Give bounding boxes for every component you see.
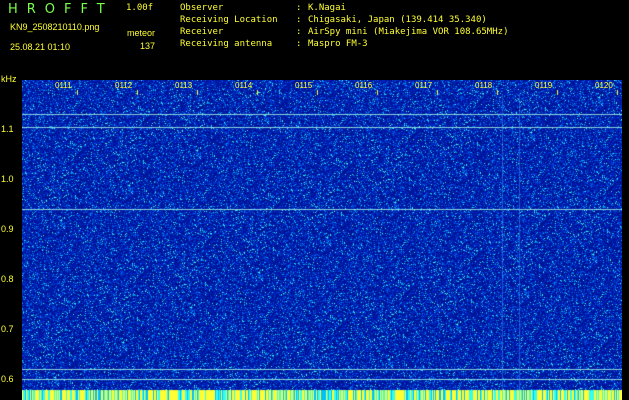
info-antenna: Receiving antenna: Maspro FM-3 [180, 39, 368, 49]
y-axis-unit: kHz [1, 74, 17, 84]
time-tick-label: 0116 [355, 81, 373, 90]
info-key: Receiving Location [180, 15, 278, 25]
file-name: KN9_2508210110.png [10, 22, 100, 32]
y-tick-label: 0.9 [1, 224, 14, 234]
spectrogram-plot: 0111 0112 0113 0114 0115 0116 0117 0118 … [22, 80, 622, 400]
y-tick-label: 1.0 [1, 174, 14, 184]
info-key: Receiving antenna [180, 39, 273, 49]
version-label: 1.00f [126, 3, 154, 13]
meteor-count: 137 [140, 41, 156, 51]
info-receiver: Receiver: AirSpy mini (Miakejima VOR 108.… [180, 27, 509, 37]
time-tick-label: 0112 [115, 81, 133, 90]
info-value: K.Nagai [308, 3, 346, 13]
time-tick-label: 0114 [235, 81, 253, 90]
info-observer: Observer: K.Nagai [180, 3, 346, 13]
time-tick-label: 0118 [475, 81, 493, 90]
info-location: Receiving Location: Chigasaki, Japan (139… [180, 15, 487, 25]
y-tick-label: 1.1 [1, 124, 14, 134]
meteor-label: meteor [127, 28, 156, 38]
info-value: Chigasaki, Japan (139.414 35.340) [308, 15, 487, 25]
y-tick-label: 0.8 [1, 274, 14, 284]
time-tick-label: 0120 [595, 81, 613, 90]
info-key: Observer [180, 3, 224, 13]
info-value: Maspro FM-3 [308, 39, 368, 49]
spectrogram-canvas [22, 80, 622, 400]
header-panel: HROFFT 1.00f KN9_2508210110.png meteor 2… [0, 0, 629, 76]
time-tick-label: 0117 [415, 81, 433, 90]
y-tick-label: 0.6 [1, 374, 14, 384]
time-tick-label: 0111 [55, 81, 72, 90]
app-logo: HROFFT [8, 2, 114, 17]
y-tick-label: 0.7 [1, 324, 14, 334]
info-value: AirSpy mini (Miakejima VOR 108.65MHz) [308, 27, 509, 37]
time-tick-label: 0115 [295, 81, 313, 90]
time-tick-label: 0119 [535, 81, 553, 90]
time-tick-label: 0113 [175, 81, 193, 90]
info-key: Receiver [180, 27, 224, 37]
capture-datetime: 25.08.21 01:10 [10, 42, 71, 52]
